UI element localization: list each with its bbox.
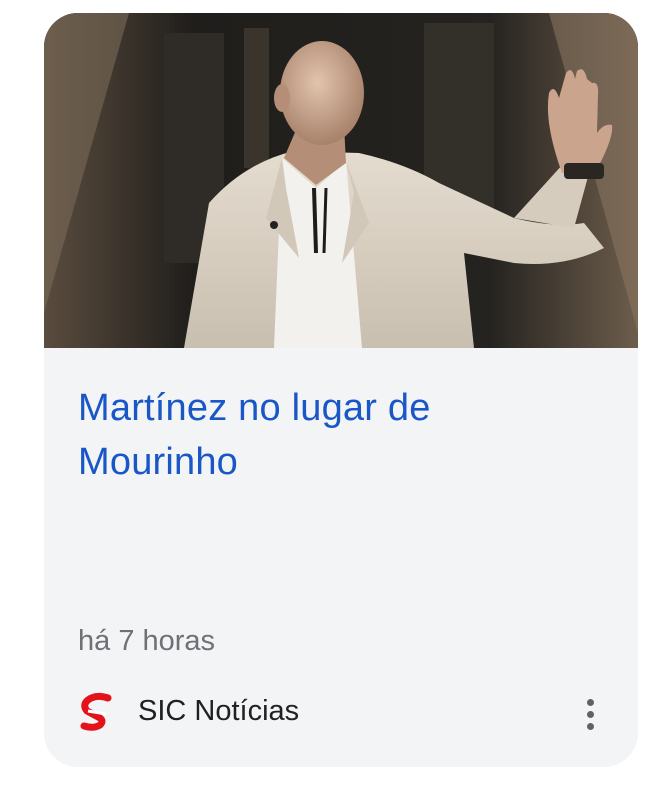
news-photo-illustration [44,13,638,348]
source-name[interactable]: SIC Notícias [138,695,299,728]
sic-noticias-logo-icon [78,692,116,736]
source-row: SIC Notícias [78,689,608,739]
news-card[interactable]: Martínez no lugar de Mourinho há 7 horas… [44,13,638,767]
more-options-button[interactable] [572,689,608,739]
news-thumbnail[interactable] [44,13,638,348]
article-title[interactable]: Martínez no lugar de Mourinho [78,381,598,489]
article-timestamp: há 7 horas [78,625,216,657]
more-vert-icon [586,698,594,706]
